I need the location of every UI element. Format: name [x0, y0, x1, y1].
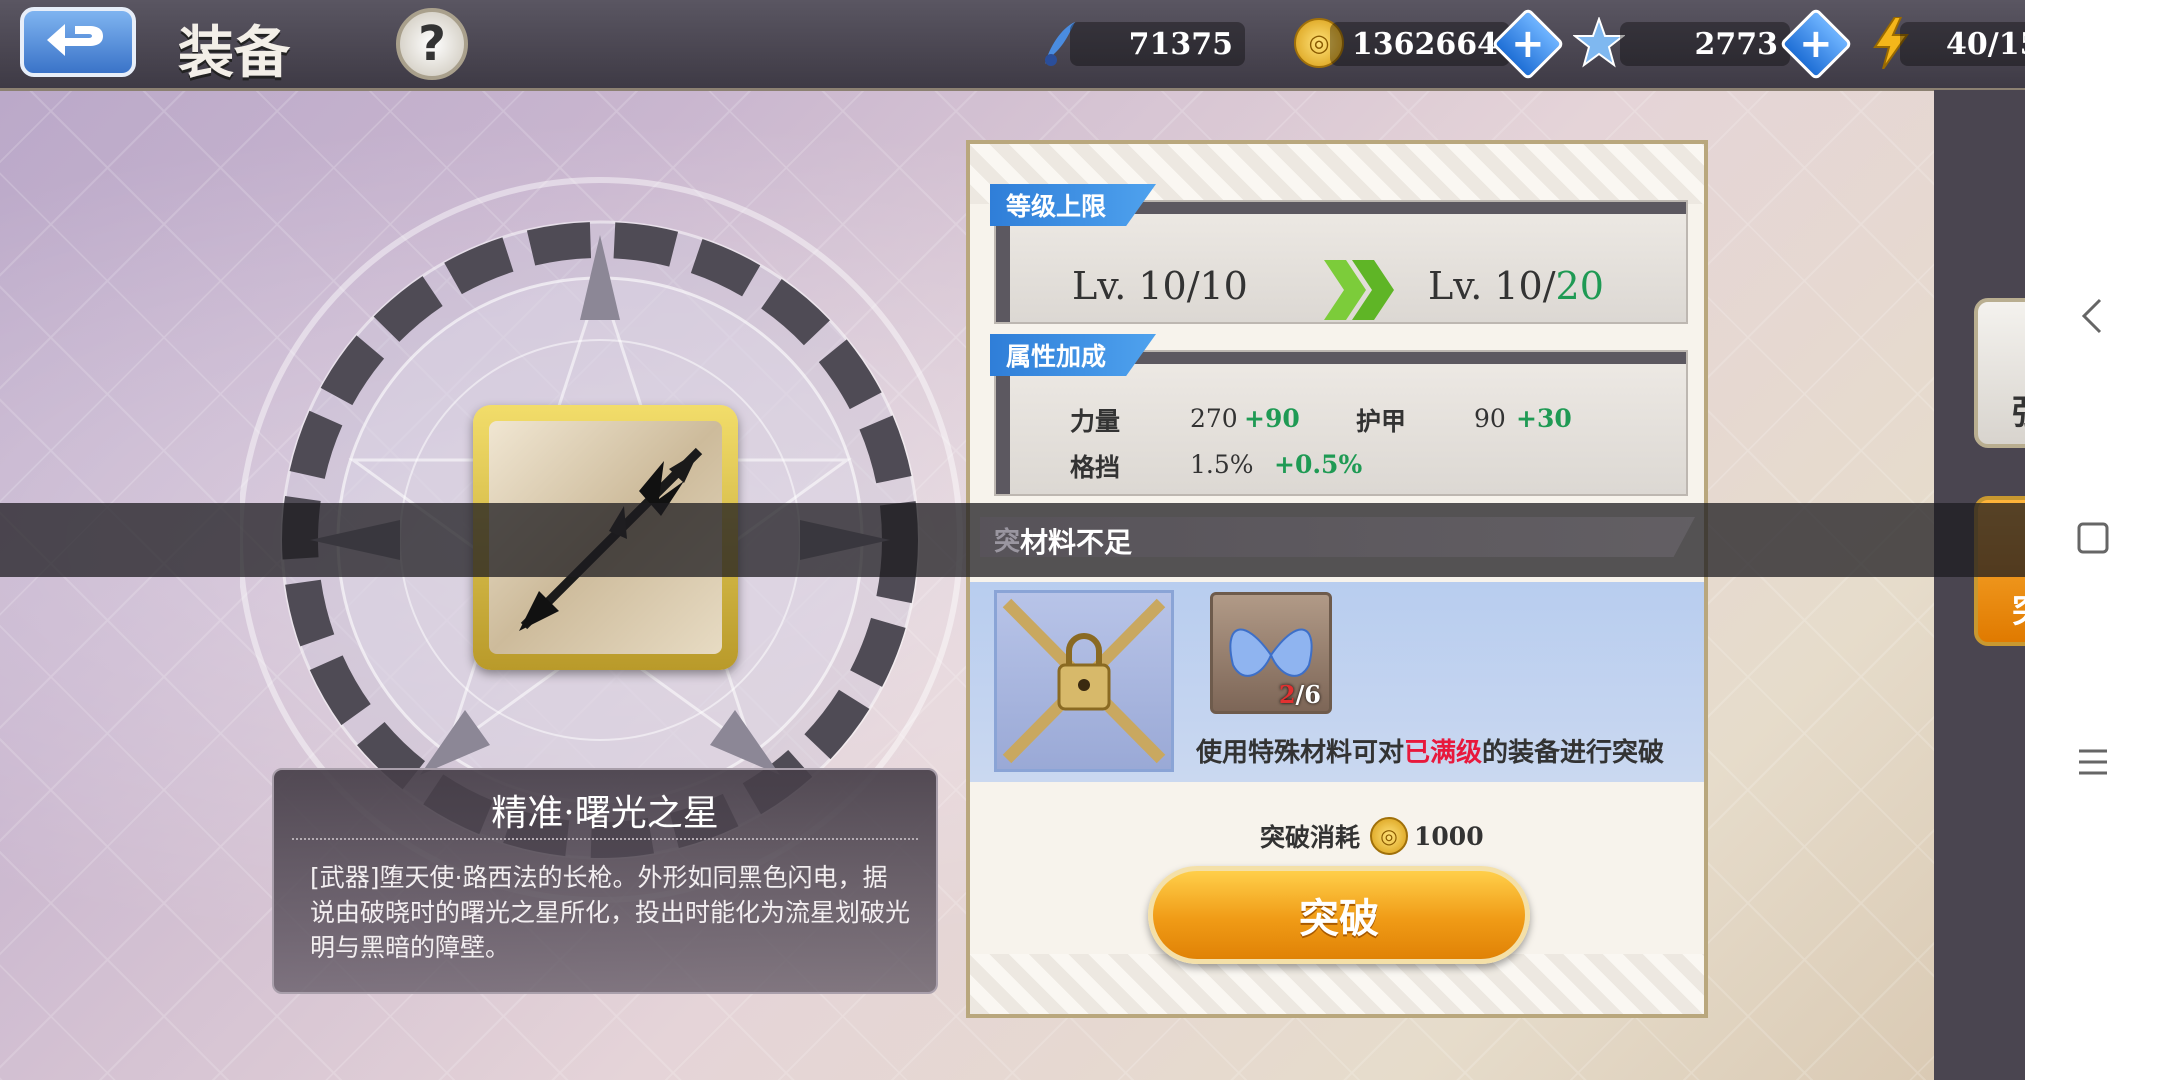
resource-gold-value: 1362664	[1330, 22, 1510, 66]
material-count-required: /6	[1295, 680, 1321, 709]
stat-bonus-strength: +90	[1244, 404, 1300, 433]
material-hint-highlight: 已满级	[1404, 738, 1483, 768]
stat-name-armor: 护甲	[1356, 407, 1407, 436]
page-title: 装备	[178, 20, 290, 86]
side-tab-breakthrough-label: 突	[2012, 583, 2025, 632]
gold-coin-icon: ◎	[1370, 817, 1409, 855]
toast-message: 材料不足	[1020, 526, 1133, 559]
resource-star-value: 2773	[1620, 22, 1790, 66]
toast-notification: 突 材料不足	[0, 503, 2025, 577]
equipment-name: 精准·曙光之星	[491, 793, 719, 834]
attribute-bonus-section: 属性加成 力量 270 +90 护甲 90 +30 格挡 1.5% +0.5%	[990, 334, 1688, 496]
help-button[interactable]: ?	[396, 8, 468, 80]
attribute-bonus-label: 属性加成	[990, 334, 1157, 376]
chain-lock-icon	[1002, 598, 1166, 764]
next-level-prefix: Lv. 10/	[1428, 264, 1556, 308]
material-hint: 使用特殊材料可对已满级的装备进行突破	[1196, 732, 1664, 769]
material-count-owned: 2	[1278, 680, 1296, 709]
stat-value-strength: 270	[1190, 404, 1238, 433]
breakthrough-panel: 等级上限 Lv. 10/10 Lv. 10/20 属性加成 力量 270 +90…	[966, 140, 1708, 1018]
side-tab-enhance[interactable]: 强	[1974, 298, 2025, 448]
current-level: Lv. 10/10	[1072, 264, 1248, 308]
stat-value-armor: 90	[1474, 404, 1506, 433]
material-slot[interactable]: 2/6	[1210, 592, 1332, 714]
level-cap-label: 等级上限	[990, 184, 1157, 226]
material-section: 2/6 使用特殊材料可对已满级的装备进行突破	[970, 582, 1704, 782]
level-cap-section: 等级上限 Lv. 10/10 Lv. 10/20	[990, 184, 1688, 324]
add-star-button[interactable]: +	[1779, 7, 1853, 81]
equipment-description-panel: 精准·曙光之星 [武器]堕天使·路西法的长枪。外形如同黑色闪电，据说由破晓时的曙…	[272, 768, 938, 994]
resource-energy-value: 40/150	[1900, 22, 2025, 66]
plus-icon: +	[1511, 20, 1545, 67]
stat-value-block: 1.5%	[1190, 450, 1254, 479]
cost-label: 突破消耗	[1260, 823, 1361, 852]
back-button[interactable]	[20, 7, 136, 77]
material-count: 2/6	[1279, 680, 1321, 709]
divider	[292, 838, 918, 840]
breakthrough-button[interactable]: 突破	[1148, 866, 1530, 964]
stat-bonus-block: +0.5%	[1274, 450, 1363, 479]
menu-icon[interactable]	[2077, 748, 2109, 776]
breakthrough-cost: 突破消耗 ◎ 1000	[1260, 817, 1484, 855]
material-hint-start: 使用特殊材料可对	[1196, 738, 1405, 768]
back-arrow-icon	[47, 24, 103, 56]
material-hint-end: 的装备进行突破	[1482, 738, 1665, 768]
top-bar: 装备 ? 71375 ◎ 1362664 + 2773 + 40/150	[0, 0, 2025, 91]
stat-name-strength: 力量	[1070, 407, 1121, 436]
next-level: Lv. 10/20	[1428, 264, 1604, 308]
locked-slot[interactable]	[994, 590, 1174, 772]
plus-icon: +	[1799, 20, 1833, 67]
stat-bonus-armor: +30	[1516, 404, 1572, 433]
equipment-description: [武器]堕天使·路西法的长枪。外形如同黑色闪电，据说由破晓时的曙光之星所化，投出…	[310, 863, 911, 962]
material-section-label: 突	[994, 527, 1021, 557]
system-navigation-bar	[2025, 0, 2160, 1080]
double-chevron-right-icon	[1324, 260, 1394, 320]
resource-quill-value: 71375	[1070, 22, 1245, 66]
back-chevron-icon[interactable]	[2080, 298, 2104, 334]
game-screen: 精准·曙光之星 [武器]堕天使·路西法的长枪。外形如同黑色闪电，据说由破晓时的曙…	[0, 0, 2025, 1080]
home-square-icon[interactable]	[2077, 522, 2109, 554]
add-gold-button[interactable]: +	[1491, 7, 1565, 81]
stat-name-block: 格挡	[1070, 453, 1121, 482]
side-tab-enhance-label: 强	[2012, 385, 2025, 434]
cost-value: 1000	[1414, 821, 1484, 851]
next-level-max: 20	[1555, 264, 1604, 308]
